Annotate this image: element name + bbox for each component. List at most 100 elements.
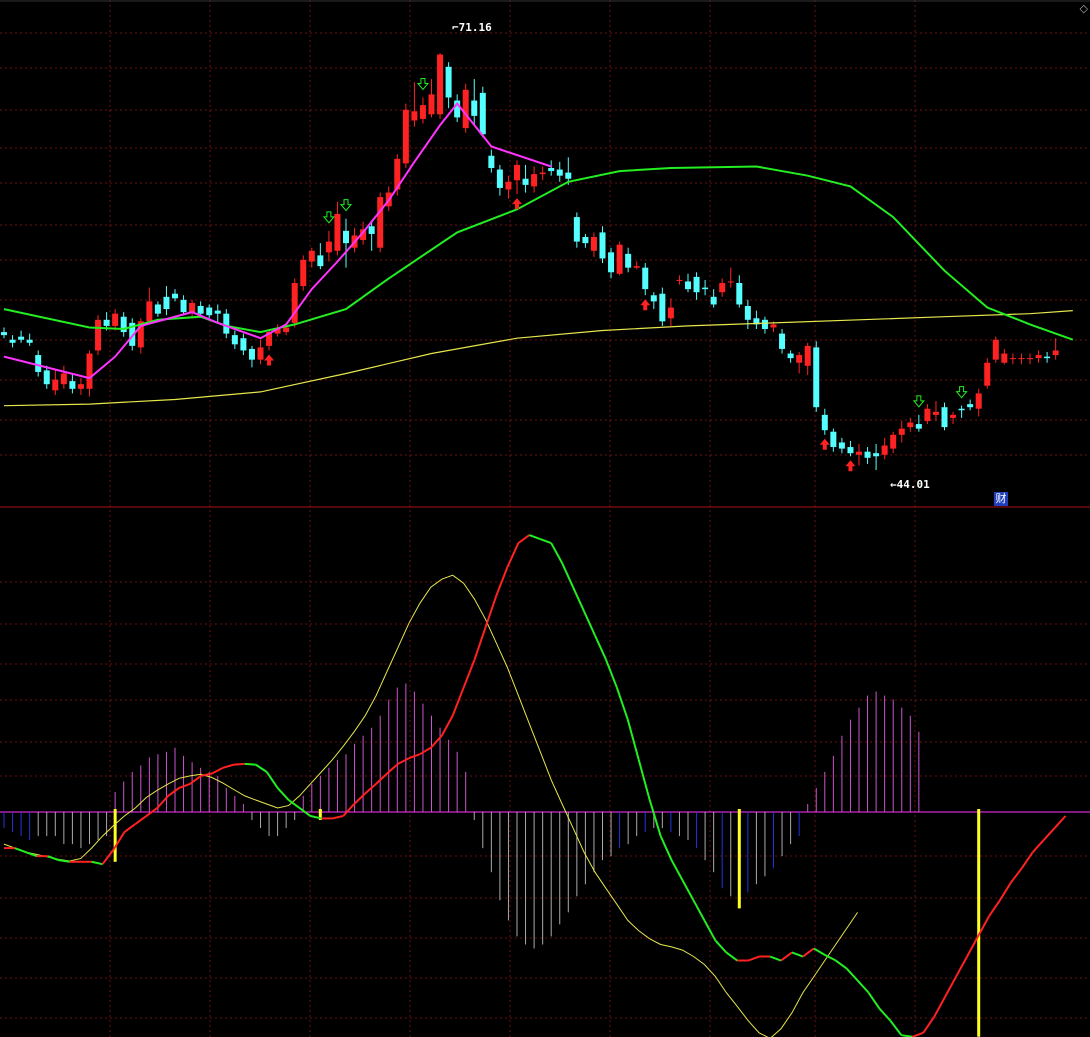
- candle-body: [642, 267, 649, 290]
- candle-body: [325, 241, 332, 253]
- macd-dif-segment: [233, 762, 245, 766]
- candle-body: [479, 92, 486, 135]
- candle-body: [1, 332, 7, 336]
- candle-body: [548, 168, 555, 172]
- macd-dif-segment: [615, 687, 629, 720]
- macd-dif-segment: [912, 1031, 924, 1037]
- candle-body: [907, 422, 914, 428]
- candle-body: [941, 407, 948, 428]
- macd-dif-segment: [670, 859, 684, 881]
- candle-body: [1009, 358, 1016, 360]
- candle-body: [667, 307, 674, 319]
- macd-dif-segment: [791, 951, 804, 958]
- macd-dif-segment: [440, 715, 454, 737]
- macd-dif-segment: [769, 955, 782, 962]
- candle-body: [257, 347, 264, 360]
- macd-dif-segment: [867, 992, 881, 1010]
- candle-body: [599, 232, 606, 259]
- candle-body: [223, 313, 230, 334]
- candle-body: [437, 54, 444, 115]
- candle-body: [77, 384, 84, 389]
- chart-canvas[interactable]: [0, 0, 1090, 1037]
- high-price-pointer: ⌐: [452, 21, 459, 34]
- macd-dif-segment: [364, 783, 377, 795]
- macd-dif-segment: [265, 771, 279, 789]
- macd-dif-segment: [222, 763, 235, 769]
- macd-dif-segment: [955, 956, 968, 978]
- candle-body: [616, 244, 623, 274]
- candle-body: [950, 414, 957, 418]
- high-price-label: ⌐71.16: [452, 21, 492, 34]
- candle-body: [736, 283, 743, 305]
- candle-body: [154, 304, 161, 314]
- candle-body: [411, 111, 418, 121]
- candle-body: [471, 100, 478, 116]
- candle-body: [248, 348, 255, 360]
- high-price-value: 71.16: [458, 21, 492, 34]
- sell-arrow-icon: [339, 199, 353, 212]
- candle-body: [428, 94, 435, 115]
- ma-fast-line: [3, 101, 552, 380]
- candle-body: [189, 302, 196, 313]
- macd-dif-segment: [484, 594, 498, 628]
- sell-arrow-icon: [955, 386, 968, 399]
- macd-dif-segment: [473, 627, 487, 660]
- candle-body: [744, 306, 751, 320]
- candle-body: [539, 172, 546, 175]
- candle-body: [573, 217, 580, 242]
- candle-body: [377, 197, 384, 248]
- macd-dif-segment: [922, 1016, 936, 1034]
- candle-body: [582, 237, 589, 244]
- candle-body: [1027, 358, 1033, 360]
- candle-body: [932, 411, 939, 415]
- macd-dif-segment: [561, 562, 574, 588]
- candle-body: [214, 310, 221, 314]
- buy-arrow-icon: [845, 460, 856, 472]
- corner-icon[interactable]: ◇: [1080, 2, 1088, 15]
- candle-body: [796, 355, 803, 363]
- low-price-value: 44.01: [896, 478, 930, 491]
- macd-dif-segment: [134, 815, 147, 825]
- candle-body: [172, 293, 178, 299]
- ma-slow-line: [3, 310, 1073, 407]
- candle-body: [231, 335, 238, 345]
- candle-body: [1052, 350, 1059, 356]
- candle-body: [813, 347, 820, 408]
- candle-body: [496, 169, 503, 188]
- candle-body: [531, 174, 538, 187]
- candle-body: [35, 355, 42, 372]
- sell-arrow-icon: [416, 77, 430, 91]
- candle-body: [719, 283, 726, 293]
- macd-dif-segment: [944, 976, 958, 998]
- candle-body: [1044, 356, 1051, 359]
- candle-body: [975, 393, 982, 409]
- candle-body: [804, 345, 811, 366]
- candle-body: [590, 237, 597, 251]
- candle-body: [26, 339, 33, 343]
- macd-dif-segment: [572, 586, 585, 612]
- candle-body: [317, 255, 324, 267]
- candle-body: [95, 319, 102, 351]
- candle-body: [505, 181, 512, 190]
- candle-body: [898, 428, 905, 435]
- macd-dif-segment: [856, 979, 870, 994]
- candle-body: [864, 451, 871, 458]
- ma-mid-line: [3, 165, 1074, 341]
- candle-body: [770, 324, 777, 328]
- macd-dif-segment: [332, 815, 344, 820]
- low-price-pointer: ←: [890, 478, 897, 491]
- candle-body: [60, 373, 67, 385]
- macd-dif-segment: [692, 899, 706, 921]
- macd-indicator: [0, 534, 1090, 1037]
- signal-arrows: [264, 77, 968, 472]
- candle-body: [86, 353, 93, 389]
- candle-body: [890, 434, 897, 449]
- finance-badge[interactable]: 财: [994, 492, 1008, 506]
- candle-body: [43, 370, 50, 385]
- moving-average-lines: [3, 101, 1074, 407]
- candle-body: [821, 414, 828, 431]
- candle-body: [984, 362, 991, 386]
- macd-dif-segment: [167, 787, 180, 797]
- candle-body: [343, 230, 349, 244]
- macd-dif-segment: [802, 947, 815, 958]
